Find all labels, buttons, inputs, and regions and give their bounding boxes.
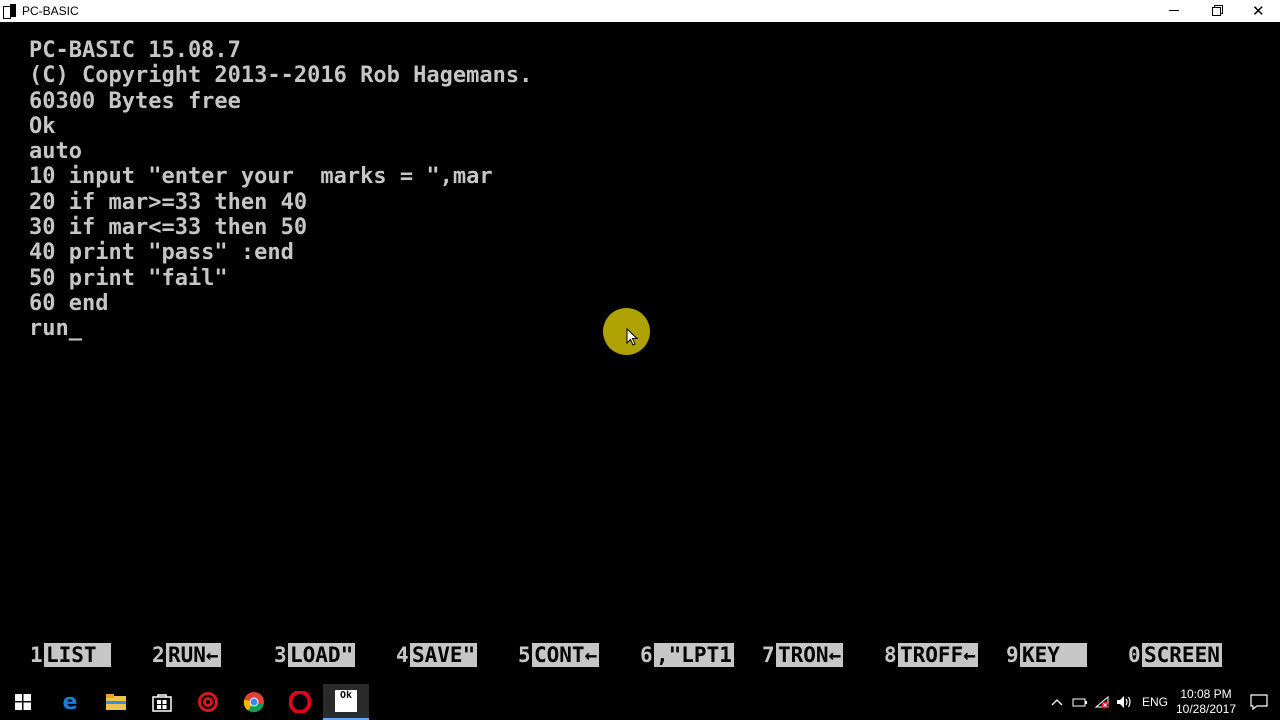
fkey-label: ,"LPT1	[654, 643, 734, 667]
fkey-number: 5	[518, 643, 531, 667]
battery-network-icon[interactable]	[1072, 696, 1088, 708]
fkey-6[interactable]: 6 ,"LPT1	[640, 640, 734, 670]
opera-icon	[289, 691, 311, 713]
fkey-label: KEY	[1020, 643, 1088, 667]
close-button[interactable]: ✕	[1237, 0, 1280, 22]
fkey-label: TRON←	[776, 643, 844, 667]
fkey-label: TROFF←	[898, 643, 978, 667]
system-tray: ENG 10:08 PM 10/28/2017	[1050, 684, 1280, 720]
clock-time: 10:08 PM	[1180, 687, 1232, 701]
console-line: 30 if mar<=33 then 50	[29, 215, 308, 241]
language-indicator[interactable]: ENG	[1142, 695, 1168, 709]
network-disconnected-icon[interactable]	[1094, 695, 1110, 709]
console-lines: PC-BASIC 15.08.7 (C) Copyright 2013--201…	[29, 38, 532, 342]
fkey-label: LOAD"	[288, 643, 356, 667]
taskbar-edge[interactable]: e	[47, 684, 93, 720]
console-line: run_	[29, 316, 82, 342]
clock-date: 10/28/2017	[1175, 702, 1237, 716]
fkey-label: LIST	[44, 643, 112, 667]
clock[interactable]: 10:08 PM 10/28/2017	[1172, 687, 1240, 717]
fkey-5[interactable]: 5 CONT←	[518, 640, 600, 670]
fkey-3[interactable]: 3 LOAD"	[274, 640, 356, 670]
taskbar-chrome[interactable]	[231, 684, 277, 720]
fkey-2[interactable]: 2 RUN←	[152, 640, 221, 670]
volume-icon[interactable]	[1116, 695, 1134, 709]
taskbar-opera[interactable]	[277, 684, 323, 720]
fkey-label: SAVE"	[410, 643, 478, 667]
restore-button[interactable]	[1194, 0, 1237, 22]
console-line: 40 print "pass" :end	[29, 240, 294, 266]
console-screen[interactable]: PC-BASIC 15.08.7 (C) Copyright 2013--201…	[0, 22, 1280, 684]
taskbar-store[interactable]	[139, 684, 185, 720]
start-button[interactable]	[0, 684, 46, 720]
edge-icon: e	[63, 691, 78, 713]
console-line: 20 if mar>=33 then 40	[29, 189, 308, 215]
console-line: Ok	[29, 113, 56, 139]
fkey-label: RUN←	[166, 643, 221, 667]
pc-basic-icon-label: Ok	[339, 690, 353, 701]
fkey-8[interactable]: 8 TROFF←	[884, 640, 978, 670]
fkey-4[interactable]: 4 SAVE"	[396, 640, 478, 670]
taskbar-file-explorer[interactable]	[93, 684, 139, 720]
action-center-icon[interactable]	[1250, 694, 1268, 710]
console-line: 50 print "fail"	[29, 265, 228, 291]
pc-basic-taskbar-icon: Ok	[335, 690, 357, 712]
fkey-number: 6	[640, 643, 653, 667]
close-icon: ✕	[1252, 2, 1265, 20]
fkey-number: 2	[152, 643, 165, 667]
mouse-pointer-icon	[626, 328, 638, 346]
fkey-number: 3	[274, 643, 287, 667]
fkey-9[interactable]: 9 KEY	[1006, 640, 1088, 670]
fkey-7[interactable]: 7 TRON←	[762, 640, 844, 670]
fkey-0[interactable]: 0 SCREEN	[1128, 640, 1222, 670]
minimize-icon	[1169, 10, 1179, 11]
window-title: PC-BASIC	[22, 4, 79, 18]
chevron-up-icon[interactable]	[1050, 697, 1064, 707]
console-line: 10 input "enter your marks = ",mar	[29, 164, 493, 190]
fkey-number: 1	[30, 643, 43, 667]
taskbar: e Ok ENG 10:08 PM 10/28/2017	[0, 684, 1280, 720]
console-line: 60300 Bytes free	[29, 88, 241, 114]
pc-basic-app-icon	[3, 4, 17, 19]
store-bag-icon	[152, 694, 172, 712]
fkey-number: 8	[884, 643, 897, 667]
taskbar-pc-basic[interactable]: Ok	[323, 684, 369, 720]
red-gear-icon	[198, 692, 218, 712]
window-controls: ✕	[1151, 0, 1280, 22]
fkey-number: 0	[1128, 643, 1141, 667]
function-key-bar: 1 LIST 2 RUN← 3 LOAD" 4 SAVE" 5 CONT← 6 ,"LPT1…	[0, 640, 1280, 670]
fkey-number: 4	[396, 643, 409, 667]
console-line: PC-BASIC 15.08.7	[29, 38, 241, 63]
console-line: (C) Copyright 2013--2016 Rob Hagemans.	[29, 63, 533, 89]
svg-text:e: e	[63, 691, 78, 713]
minimize-button[interactable]	[1151, 0, 1194, 22]
fkey-number: 9	[1006, 643, 1019, 667]
taskbar-settings-app[interactable]	[185, 684, 231, 720]
console-line: auto	[29, 139, 82, 165]
fkey-number: 7	[762, 643, 775, 667]
fkey-label: CONT←	[532, 643, 600, 667]
windows-logo-icon	[15, 694, 31, 710]
fkey-label: SCREEN	[1142, 643, 1222, 667]
console-line: 60 end	[29, 290, 109, 316]
chrome-icon	[243, 692, 264, 713]
folder-icon	[106, 694, 126, 710]
fkey-1[interactable]: 1 LIST	[30, 640, 112, 670]
title-bar[interactable]: PC-BASIC ✕	[0, 0, 1280, 22]
